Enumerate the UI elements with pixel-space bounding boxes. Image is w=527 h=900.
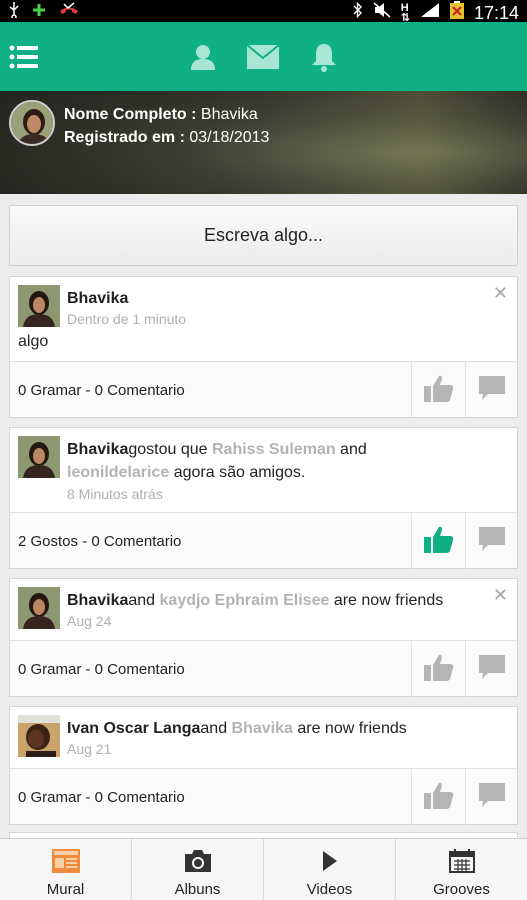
post-time: Aug 21 [67,741,112,757]
friend-link[interactable]: kaydjo Ephraim Elisee [160,592,330,609]
compose-placeholder: Escreva algo... [203,225,324,245]
post-text: are now friends [292,720,407,737]
post-footer: 0 Gramar - 0 Comentario [10,361,517,418]
post-text: are now friends [329,592,444,609]
hspa-icon: H ⇅ [400,1,410,24]
profile-icon[interactable] [188,22,218,91]
feed-post: Bhavikagostou que Rahiss Suleman and leo… [9,427,518,569]
like-button[interactable] [411,362,465,418]
post-footer: 0 Gramar - 0 Comentario [10,768,517,825]
nav-label: Mural [46,881,85,898]
play-icon [320,849,340,875]
comment-icon [478,654,506,685]
post-text: and [335,441,367,458]
post-author[interactable]: Bhavika [67,441,128,458]
plus-icon [32,3,46,22]
post-author[interactable]: Bhavika [67,290,128,307]
author-avatar[interactable] [18,715,60,757]
like-button[interactable] [411,641,465,697]
bluetooth-icon [353,1,363,23]
menu-icon[interactable] [8,22,40,91]
missed-call-icon [58,2,80,23]
profile-header: Nome Completo : Bhavika Registrado em : … [0,91,527,194]
close-icon[interactable]: ✕ [493,585,508,606]
post-body: algo [18,333,49,350]
avatar[interactable] [9,100,55,146]
author-avatar[interactable] [18,587,60,629]
like-button[interactable] [411,769,465,825]
post-footer: 2 Gostos - 0 Comentario [10,512,517,569]
post-text: and [200,720,232,737]
usb-icon [8,2,20,23]
compose-button[interactable]: Escreva algo... [9,205,518,266]
comment-icon [478,782,506,813]
post-time: 8 Minutos atrás [67,486,163,502]
mute-icon [373,2,391,23]
comment-icon [478,526,506,557]
comment-button[interactable] [465,769,517,825]
nav-label: Grooves [433,881,490,898]
calendar-icon [448,849,475,875]
comment-icon [478,375,506,406]
thumbs-up-icon [423,374,454,407]
post-text: gostou que [128,441,212,458]
mail-icon[interactable] [246,22,280,91]
post-stats: 2 Gostos - 0 Comentario [18,532,182,550]
registered-label: Registrado em : [64,129,185,146]
post-footer: 0 Gramar - 0 Comentario [10,640,517,697]
bottom-nav: Mural Albuns Videos Grooves [0,838,527,900]
registered-value: 03/18/2013 [189,129,270,146]
feed-post: Bhavikaand kaydjo Ephraim Elisee are now… [9,578,518,697]
friend-link[interactable]: Rahiss Suleman [212,441,336,458]
newspaper-icon [51,849,80,875]
post-text: agora são amigos. [169,464,306,481]
comment-button[interactable] [465,362,517,418]
post-stats: 0 Gramar - 0 Comentario [18,660,185,678]
thumbs-up-icon [423,781,454,814]
post-author[interactable]: Ivan Oscar Langa [67,720,200,737]
nav-label: Videos [306,881,353,898]
post-time: Dentro de 1 minuto [67,311,187,327]
thumbs-up-icon [423,653,454,686]
feed-post: Bhavika Dentro de 1 minuto ✕ algo 0 Gram… [9,276,518,418]
post-author[interactable]: Bhavika [67,592,128,609]
bell-icon[interactable] [310,22,338,91]
camera-icon [183,849,213,875]
app-bar [0,22,527,91]
nav-label: Albuns [174,881,221,898]
author-avatar[interactable] [18,436,60,478]
author-avatar[interactable] [18,285,60,327]
battery-icon [449,1,464,24]
comment-button[interactable] [465,641,517,697]
nav-item-mural[interactable]: Mural [0,839,132,900]
nav-item-albuns[interactable]: Albuns [132,839,264,900]
status-time: 17:14 [473,2,519,23]
post-text: and [128,592,160,609]
name-label: Nome Completo : [64,106,197,123]
post-stats: 0 Gramar - 0 Comentario [18,788,185,806]
status-bar: H ⇅ 17:14 [0,0,527,24]
close-icon[interactable]: ✕ [493,283,508,304]
friend-link[interactable]: Bhavika [232,720,293,737]
comment-button[interactable] [465,513,517,569]
feed-post: Ivan Oscar Langaand Bhavika are now frie… [9,706,518,825]
like-button[interactable] [411,513,465,569]
name-value: Bhavika [200,106,258,123]
nav-item-videos[interactable]: Videos [264,839,396,900]
post-stats: 0 Gramar - 0 Comentario [18,381,185,399]
signal-icon [420,2,440,23]
friend-link[interactable]: leonildelarice [67,464,169,481]
post-time: Aug 24 [67,613,112,629]
nav-item-grooves[interactable]: Grooves [396,839,527,900]
thumbs-up-icon [423,525,454,558]
